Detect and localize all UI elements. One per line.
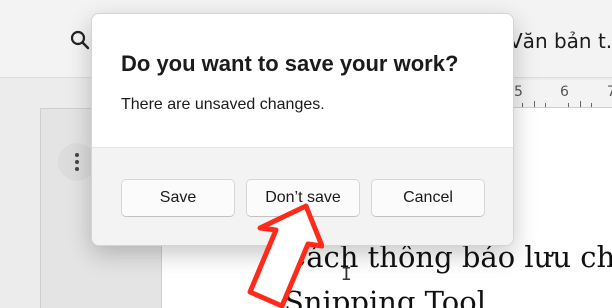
document-tab[interactable]: Văn bản t. bbox=[509, 29, 612, 53]
search-icon[interactable] bbox=[70, 30, 90, 50]
cancel-button[interactable]: Cancel bbox=[371, 179, 485, 217]
dialog-message: There are unsaved changes. bbox=[121, 96, 325, 113]
ruler-number: 6 bbox=[560, 84, 569, 100]
save-button[interactable]: Save bbox=[121, 179, 235, 217]
text-cursor-icon: I bbox=[341, 264, 352, 285]
annotation-arrow-icon bbox=[247, 203, 324, 308]
ruler-number: 7 bbox=[607, 84, 612, 100]
horizontal-ruler: 5 6 7 bbox=[510, 80, 612, 108]
dialog-title: Do you want to save your work? bbox=[121, 51, 459, 76]
ruler-number: 5 bbox=[514, 84, 523, 100]
